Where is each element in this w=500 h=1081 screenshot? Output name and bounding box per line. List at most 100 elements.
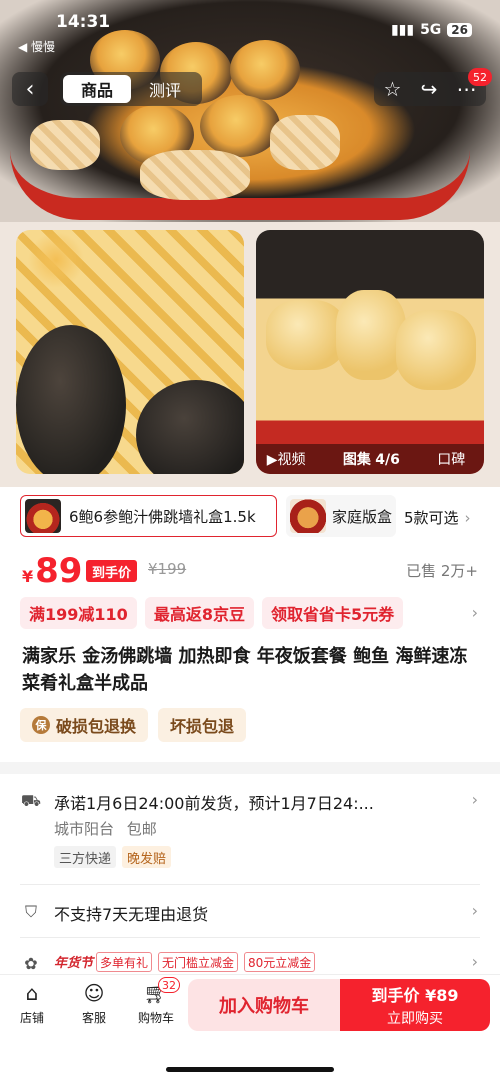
share-icon[interactable]: ↪ [421, 77, 438, 101]
price-value: 89 [35, 551, 83, 591]
store-button[interactable]: ⌂ 店铺 [8, 981, 56, 1026]
festival-tag: 80元立减金 [244, 952, 316, 972]
guarantee-label: 破损包退换 [56, 717, 137, 736]
star-icon[interactable]: ☆ [384, 77, 402, 101]
review-tab[interactable]: 口碑 [437, 449, 465, 469]
cart-button[interactable]: 🛒︎ 32 购物车 [132, 977, 180, 1026]
network-type: 5G [420, 22, 442, 38]
status-bar: 14:31 ◀ 慢慢 ▮▮▮ 5G 26 [0, 0, 500, 54]
chat-icon: ☺ [83, 981, 105, 1005]
gallery-thumbnail-left[interactable] [16, 230, 244, 474]
chevron-right-icon: › [471, 901, 478, 920]
price-card: ¥ 89 到手价 ¥199 已售 2万+ 满199减110 最高返8京豆 领取省… [0, 547, 500, 762]
sku-thumbnail [290, 499, 326, 533]
chevron-left-icon: ‹ [25, 76, 35, 102]
message-badge: 52 [468, 68, 492, 86]
sku-thumbnail [25, 499, 61, 533]
fish-maw-image [396, 310, 476, 390]
status-signal: ▮▮▮ 5G 26 [391, 22, 472, 38]
back-to-app-link[interactable]: ◀ 慢慢 [18, 38, 55, 55]
hero-fish-maw [30, 120, 100, 170]
product-title: 满家乐 金汤佛跳墙 加热即食 年夜饭套餐 鲍鱼 海鲜速冻菜肴礼盒半成品 [22, 646, 468, 694]
return-policy-row[interactable]: ⛉ 不支持7天无理由退货 › [0, 901, 500, 925]
add-to-cart-button[interactable]: 加入购物车 [188, 979, 340, 1031]
courier-tag: 三方快递 [54, 846, 117, 868]
festival-tags: 多单有礼 无门槛立减金 80元立减金 [96, 952, 316, 972]
promo-jingdou[interactable]: 最高返8京豆 [144, 597, 254, 629]
promo-coupon[interactable]: 满199减110 [20, 597, 137, 629]
shipping-location-row: 城市阳台 包邮 [54, 818, 165, 839]
chevron-right-icon: › [471, 790, 478, 809]
shipping-tags: 三方快递 晚发赔 [54, 846, 172, 868]
sku-option-selected[interactable]: 6鲍6参鲍汁佛跳墙礼盒1.5k [20, 495, 277, 537]
album-label: 图集 [342, 452, 371, 468]
buy-now-button[interactable]: 到手价 ¥89 立即购买 [340, 979, 490, 1031]
status-time: 14:31 [56, 12, 111, 32]
hero-fish-maw [140, 150, 250, 200]
cart-label: 购物车 [137, 1011, 174, 1025]
shield-icon: 保 [32, 716, 50, 734]
bottom-action-bar: ⌂ 店铺 ☺ 客服 🛒︎ 32 购物车 加入购物车 到手价 ¥89 立即购买 [0, 974, 500, 1081]
signal-icon: ▮▮▮ [390, 22, 415, 38]
divider [20, 937, 480, 938]
late-compensation-tag: 晚发赔 [122, 846, 172, 868]
battery-icon: 26 [447, 23, 472, 37]
tab-review[interactable]: 测评 [131, 75, 199, 103]
fish-maw-image [336, 290, 406, 380]
video-tab[interactable]: ▶视频 [267, 449, 306, 469]
guarantee-spoil-refund[interactable]: 坏损包退 [158, 708, 247, 742]
store-icon: ⌂ [25, 981, 39, 1005]
ship-from-location: 城市阳台 [54, 820, 115, 838]
page-tabs: 商品 测评 [60, 72, 202, 106]
sea-cucumber-image [16, 325, 126, 474]
shipping-row[interactable]: ⛟ 承诺1月6日24:00前发货，预计1月7日24:... › 城市阳台 包邮 … [0, 788, 500, 878]
guarantee-label: 坏损包退 [170, 717, 235, 736]
gift-icon: ✿ [24, 953, 38, 973]
festival-tag: 多单有礼 [96, 952, 153, 972]
buy-now-label: 立即购买 [387, 1011, 443, 1027]
sku-option[interactable]: 家庭版盒 [286, 495, 396, 537]
album-counter: 4/6 [375, 452, 400, 468]
guarantee-damage-exchange[interactable]: 保 破损包退换 [20, 708, 149, 742]
shield-check-icon: ⛉ [24, 902, 37, 921]
customer-service-button[interactable]: ☺ 客服 [70, 981, 118, 1026]
sku-more-label: 5款可选 [404, 509, 459, 527]
album-tab[interactable]: 图集 4/6 [343, 449, 400, 469]
back-button[interactable]: ‹ [12, 72, 48, 106]
festival-promo-row[interactable]: ✿ 年货节 多单有礼 无门槛立减金 80元立减金 › [0, 952, 500, 974]
buy-now-price: 到手价 ¥89 [371, 986, 459, 1005]
promo-card-coupon[interactable]: 领取省省卡5元券 [261, 597, 404, 629]
divider [20, 884, 480, 885]
sku-label: 家庭版盒 [332, 507, 393, 526]
truck-icon: ⛟ [20, 790, 42, 810]
service-label: 客服 [81, 1011, 106, 1025]
chevron-right-icon: › [464, 509, 471, 527]
festival-tag: 无门槛立减金 [158, 952, 239, 972]
shipping-fee: 包邮 [126, 820, 157, 838]
store-label: 店铺 [19, 1011, 44, 1025]
hero-fish-maw [270, 115, 340, 170]
sku-more-button[interactable]: 5款可选 › [404, 507, 471, 528]
tab-product[interactable]: 商品 [63, 75, 131, 103]
gallery-thumbnail-right[interactable]: ▶视频 图集 4/6 口碑 [256, 230, 484, 474]
cart-count-badge: 32 [158, 977, 180, 993]
chevron-right-icon: › [471, 952, 478, 971]
sold-count: 已售 2万+ [406, 562, 478, 580]
current-price: ¥ 89 [22, 551, 82, 591]
fish-maw-image [266, 300, 346, 370]
festival-logo: 年货节 [54, 956, 94, 971]
shipping-promise: 承诺1月6日24:00前发货，预计1月7日24:... [54, 794, 374, 813]
sea-cucumber-image [136, 380, 244, 474]
guarantee-list: 保 破损包退换 坏损包退 [20, 708, 247, 742]
hero-abalone [230, 40, 300, 100]
sku-selector: 6鲍6参鲍汁佛跳墙礼盒1.5k 家庭版盒 5款可选 › [0, 487, 500, 547]
promotion-list: 满199减110 最高返8京豆 领取省省卡5元券 [20, 597, 404, 629]
gallery-counter-bar: ▶视频 图集 4/6 口碑 [256, 444, 484, 474]
service-info-card: ⛟ 承诺1月6日24:00前发货，预计1月7日24:... › 城市阳台 包邮 … [0, 774, 500, 984]
hero-abalone [200, 95, 280, 157]
sku-label: 6鲍6参鲍汁佛跳墙礼盒1.5k [69, 507, 256, 526]
home-indicator[interactable] [166, 1067, 334, 1072]
chevron-right-icon[interactable]: › [472, 603, 478, 622]
currency-symbol: ¥ [22, 567, 34, 586]
final-price-tag: 到手价 [86, 560, 138, 582]
